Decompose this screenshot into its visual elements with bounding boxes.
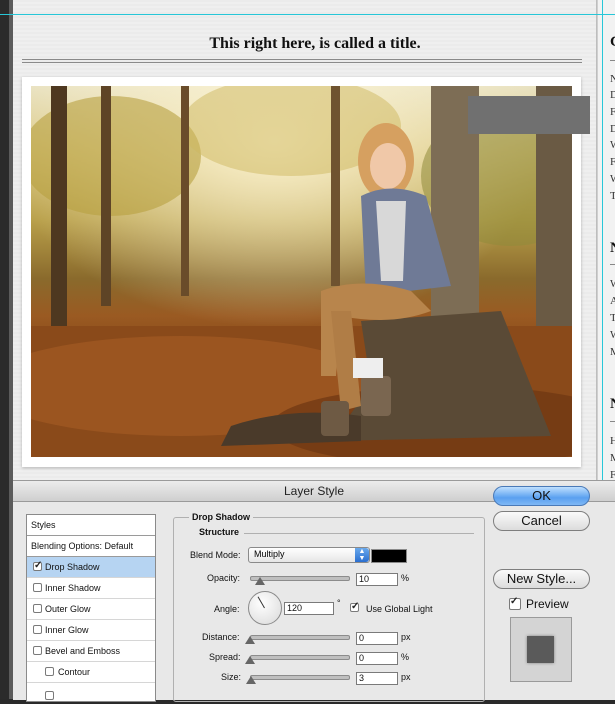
section-title-structure: Structure [199, 527, 240, 537]
inner-glow-checkbox[interactable] [33, 625, 42, 634]
style-item-label: Drop Shadow [45, 562, 100, 572]
layer-style-dialog: Layer Style Styles Blending Options: Def… [13, 480, 615, 702]
sidebar-line: W [610, 139, 615, 151]
styles-list-header-label: Styles [31, 520, 56, 530]
structure-divider [244, 533, 474, 534]
outer-glow-checkbox[interactable] [33, 604, 42, 613]
bevel-emboss-checkbox[interactable] [33, 646, 42, 655]
style-item-label: Outer Glow [45, 604, 91, 614]
sidebar-line: N [610, 73, 615, 85]
sidebar-line: M [610, 346, 615, 358]
sidebar-line: W [610, 173, 615, 185]
style-item-label: Inner Shadow [45, 583, 101, 593]
sidebar-line: M [610, 452, 615, 464]
featured-photo [31, 86, 572, 457]
distance-unit: px [401, 632, 411, 642]
style-item-texture-partial[interactable] [27, 683, 155, 704]
size-input[interactable]: 3 [356, 672, 398, 685]
size-slider[interactable] [250, 675, 350, 680]
style-item-outer-glow[interactable]: Outer Glow [27, 599, 155, 620]
sidebar-rule-2 [610, 264, 615, 265]
opacity-slider[interactable] [250, 576, 350, 581]
style-preview-square [527, 636, 554, 663]
sidebar-rule-3 [610, 421, 615, 422]
size-label: Size: [221, 672, 242, 682]
inner-shadow-checkbox[interactable] [33, 583, 42, 592]
distance-input[interactable]: 0 [356, 632, 398, 645]
angle-unit: ° [337, 598, 341, 608]
spread-input[interactable]: 0 [356, 652, 398, 665]
styles-list-header[interactable]: Styles [27, 515, 155, 536]
page-title: This right here, is called a title. [209, 35, 421, 52]
blend-mode-label: Blend Mode: [190, 550, 241, 560]
blend-mode-value: Multiply [254, 549, 285, 559]
cancel-button[interactable]: Cancel [493, 511, 590, 531]
sidebar-line: T [610, 312, 615, 324]
spread-label: Spread: [209, 652, 241, 662]
style-item-label: Contour [58, 667, 91, 677]
style-item-blending-options[interactable]: Blending Options: Default [27, 536, 155, 557]
sidebar-line: F [610, 106, 615, 118]
sidebar-rule-1 [610, 60, 615, 61]
ok-button[interactable]: OK [493, 486, 590, 506]
angle-label: Angle: [214, 604, 240, 614]
opacity-unit: % [401, 573, 410, 583]
gray-placeholder-box [468, 96, 590, 134]
size-slider-thumb[interactable] [246, 676, 257, 684]
opacity-label: Opacity: [207, 573, 241, 583]
sidebar-heading-1: C [610, 34, 615, 51]
spread-slider-thumb[interactable] [245, 656, 255, 664]
style-item-drop-shadow[interactable]: Drop Shadow [27, 557, 155, 578]
style-item-inner-glow[interactable]: Inner Glow [27, 620, 155, 641]
distance-slider[interactable] [250, 635, 350, 640]
shadow-color-swatch[interactable] [371, 549, 407, 563]
sidebar-heading-3: N [610, 396, 615, 413]
sidebar-heading-2: N [610, 240, 615, 257]
contour-checkbox[interactable] [45, 667, 54, 676]
style-item-inner-shadow[interactable]: Inner Shadow [27, 578, 155, 599]
left-panel-edge [0, 0, 13, 699]
spread-unit: % [401, 652, 410, 662]
preview-checkbox[interactable] [509, 596, 521, 610]
angle-input[interactable]: 120 [284, 602, 334, 615]
photo-frame [22, 77, 581, 467]
use-global-light-label: Use Global Light [366, 604, 433, 614]
sidebar-line: W [610, 329, 615, 341]
style-preview-swatch [510, 617, 572, 682]
sidebar-line: D [610, 89, 615, 101]
group-title: Drop Shadow [189, 512, 253, 522]
drop-shadow-checkbox[interactable] [33, 560, 42, 571]
guide-line-horizontal [0, 14, 615, 15]
spread-slider[interactable] [250, 655, 350, 660]
style-item-label: Bevel and Emboss [45, 646, 121, 656]
style-item-label: Inner Glow [45, 625, 89, 635]
angle-dial-needle [257, 596, 265, 609]
style-item-label: Blending Options: Default [31, 541, 134, 551]
sidebar-line: F [610, 156, 615, 168]
preview-label: Preview [526, 597, 569, 611]
sidebar-line: D [610, 123, 615, 135]
blend-mode-select[interactable]: Multiply ▲ ▼ [248, 547, 370, 563]
styles-list: Styles Blending Options: Default Drop Sh… [26, 514, 156, 702]
distance-label: Distance: [202, 632, 240, 642]
title-divider-top [22, 59, 582, 60]
sidebar-line: H [610, 435, 615, 447]
sidebar-line: T [610, 190, 615, 202]
use-global-light-checkbox[interactable] [350, 601, 359, 612]
select-arrows-icon: ▲ ▼ [355, 548, 369, 562]
opacity-slider-thumb[interactable] [254, 577, 265, 585]
opacity-input[interactable]: 10 [356, 573, 398, 586]
style-item-contour[interactable]: Contour [27, 662, 155, 683]
new-style-button[interactable]: New Style... [493, 569, 590, 589]
style-item-bevel-emboss[interactable]: Bevel and Emboss [27, 641, 155, 662]
angle-dial[interactable] [248, 591, 282, 625]
size-unit: px [401, 672, 411, 682]
distance-slider-thumb[interactable] [245, 636, 255, 644]
title-divider-bottom [22, 62, 582, 63]
photo-illustration [31, 86, 572, 457]
sidebar-line: W [610, 278, 615, 290]
sidebar-line: A [610, 295, 615, 307]
